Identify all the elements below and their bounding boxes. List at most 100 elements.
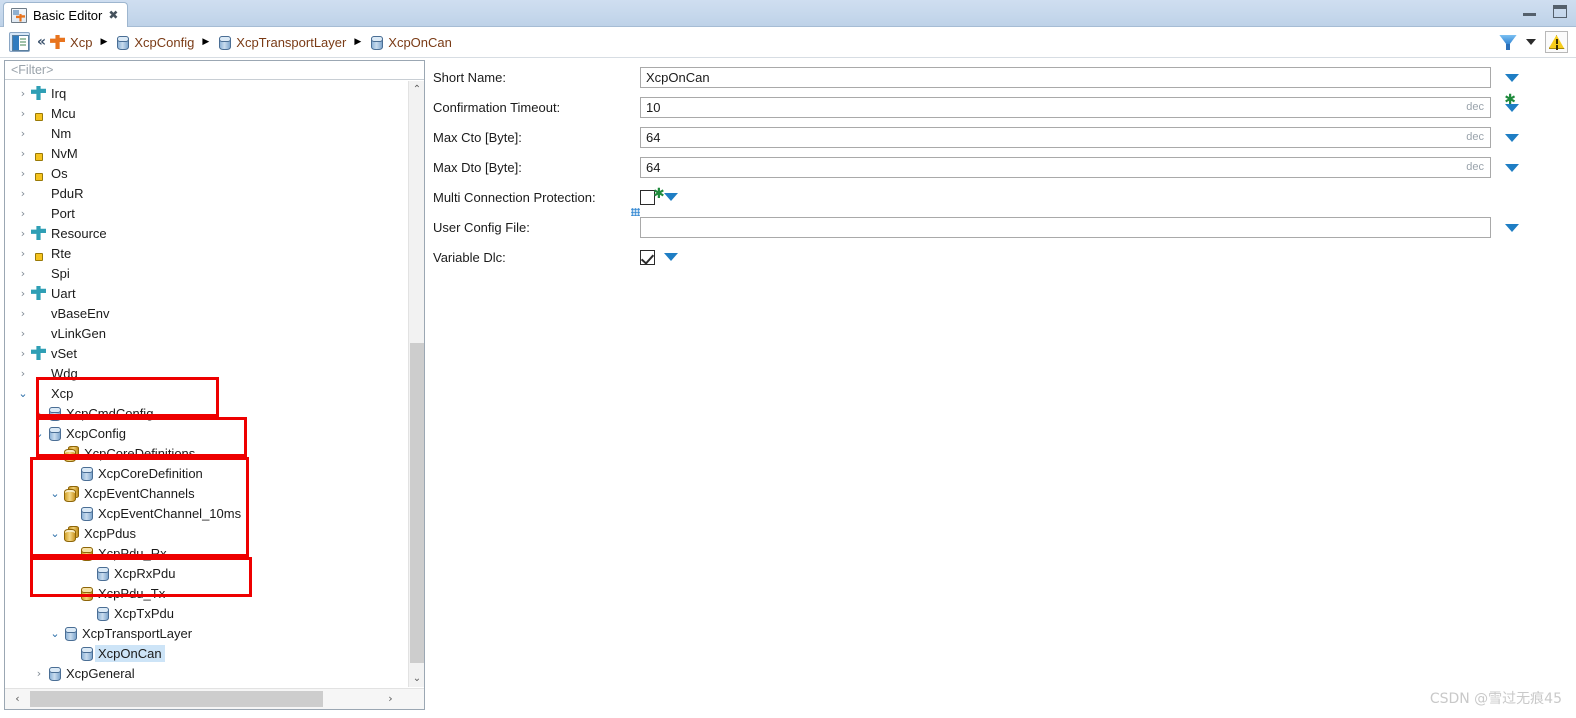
chevron-right-icon[interactable]: › <box>15 208 31 219</box>
confirmation-timeout-dropdown-icon[interactable] <box>1505 103 1519 112</box>
tree-item-wdg[interactable]: › Wdg <box>5 363 408 383</box>
warning-triangle-icon <box>1549 35 1565 49</box>
cylinder-icon <box>115 35 130 50</box>
tree-item-os[interactable]: › Os <box>5 163 408 183</box>
variable-dlc-dropdown-icon[interactable] <box>664 253 678 261</box>
tree-horizontal-scrollbar[interactable]: ‹ › <box>5 688 424 709</box>
editor-tab-basic-editor[interactable]: Basic Editor ✖ <box>3 2 129 27</box>
chevron-right-icon[interactable]: › <box>15 188 31 199</box>
tree-item-xcpgeneral[interactable]: › XcpGeneral <box>5 663 408 683</box>
tree-item-xcppdu_tx[interactable]: ⌄ XcpPdu_Tx <box>5 583 408 603</box>
confirmation-timeout-input[interactable] <box>640 96 1491 118</box>
chevron-right-icon[interactable]: › <box>15 348 31 359</box>
scroll-right-icon[interactable]: › <box>380 689 401 709</box>
tree-item-xcpcmdconfig[interactable]: › XcpCmdConfig <box>5 403 408 423</box>
chevron-right-icon[interactable]: › <box>15 88 31 99</box>
chevron-right-icon[interactable]: › <box>15 308 31 319</box>
chevron-right-icon[interactable]: › <box>15 228 31 239</box>
max-cto-input[interactable] <box>640 126 1491 148</box>
tree-item-xcpconfig[interactable]: ⌄ XcpConfig <box>5 423 408 443</box>
chevron-right-icon[interactable]: › <box>15 288 31 299</box>
tree-item-rte[interactable]: › Rte <box>5 243 408 263</box>
chevron-right-icon[interactable]: › <box>15 168 31 179</box>
max-dto-input[interactable] <box>640 156 1491 178</box>
chevron-right-icon[interactable]: › <box>15 248 31 259</box>
drag-handle-icon[interactable] <box>631 207 640 216</box>
tree-item-pdur[interactable]: › PduR <box>5 183 408 203</box>
short-name-input[interactable] <box>640 66 1491 88</box>
tree-item-xcprxpdu[interactable]: XcpRxPdu <box>5 563 408 583</box>
tree-item-xcp[interactable]: ⌄ Xcp <box>5 383 408 403</box>
watermark: CSDN @雪过无痕45 <box>1429 691 1562 707</box>
tree-item-xcpeventchannel_10ms[interactable]: XcpEventChannel_10ms <box>5 503 408 523</box>
tree-item-xcpcoredefinition[interactable]: XcpCoreDefinition <box>5 463 408 483</box>
breadcrumb-separator-icon: ▶ <box>202 37 210 47</box>
form-view-icon[interactable] <box>9 32 30 52</box>
multi-connection-protection-dropdown-icon[interactable] <box>664 193 678 201</box>
tree-item-vlinkgen[interactable]: › vLinkGen <box>5 323 408 343</box>
variable-dlc-checkbox[interactable] <box>640 249 655 265</box>
tree-item-xcpcoredefinitions[interactable]: ⌄ XcpCoreDefinitions <box>5 443 408 463</box>
tree-item-irq[interactable]: › Irq <box>5 83 408 103</box>
cylinder-icon <box>47 666 61 681</box>
close-icon[interactable]: ✖ <box>108 9 118 21</box>
breadcrumb-label: XcpTransportLayer <box>236 34 347 50</box>
tree-item-vset[interactable]: › vSet <box>5 343 408 363</box>
chevron-down-icon[interactable]: ⌄ <box>63 588 79 599</box>
horizontal-scroll-thumb[interactable] <box>30 691 323 707</box>
tree-item-nvm[interactable]: › NvM <box>5 143 408 163</box>
tree-item-vbaseenv[interactable]: › vBaseEnv <box>5 303 408 323</box>
short-name-dropdown-icon[interactable] <box>1505 73 1519 82</box>
tree-item-xcptxpdu[interactable]: XcpTxPdu <box>5 603 408 623</box>
tree-item-uart[interactable]: › Uart <box>5 283 408 303</box>
user-config-file-input[interactable] <box>640 216 1491 238</box>
chevron-down-icon[interactable]: ⌄ <box>15 388 31 399</box>
chevron-down-icon[interactable]: ⌄ <box>47 628 63 639</box>
max-cto-dropdown-icon[interactable] <box>1505 133 1519 142</box>
tree-vertical-scrollbar[interactable]: ⌃ ⌄ <box>408 81 424 687</box>
user-config-file-dropdown-icon[interactable] <box>1505 223 1519 232</box>
cylinder-icon <box>79 546 93 561</box>
scroll-down-icon[interactable]: ⌄ <box>409 670 425 687</box>
tree-item-label: Os <box>51 165 68 181</box>
tree-item-xcponcan[interactable]: XcpOnCan <box>5 643 408 663</box>
scroll-left-icon[interactable]: ‹ <box>7 689 28 709</box>
chevron-right-icon[interactable]: › <box>15 128 31 139</box>
tree-item-xcppdus[interactable]: ⌄ XcpPdus <box>5 523 408 543</box>
maximize-icon[interactable] <box>1553 5 1567 18</box>
minimize-icon[interactable] <box>1523 7 1536 16</box>
chevron-down-icon[interactable]: ⌄ <box>47 448 63 459</box>
chevron-down-icon[interactable]: ⌄ <box>63 548 79 559</box>
filter-input[interactable]: <Filter> <box>5 61 424 80</box>
warning-button[interactable] <box>1545 31 1568 53</box>
chevron-down-icon[interactable]: ⌄ <box>47 528 63 539</box>
chevron-right-icon[interactable]: › <box>15 148 31 159</box>
breadcrumb-back-icon[interactable]: « <box>37 34 46 50</box>
breadcrumb-item-xcpconfig[interactable]: XcpConfig <box>115 35 194 50</box>
breadcrumb-item-xcponcan[interactable]: XcpOnCan <box>369 35 452 50</box>
chevron-right-icon[interactable]: › <box>15 368 31 379</box>
tree-item-nm[interactable]: › Nm <box>5 123 408 143</box>
funnel-icon[interactable] <box>1499 34 1517 51</box>
breadcrumb-separator-icon: ▶ <box>354 37 362 47</box>
chevron-down-icon[interactable]: ⌄ <box>31 428 47 439</box>
breadcrumb-item-xcp[interactable]: Xcp <box>50 35 92 50</box>
chevron-right-icon[interactable]: › <box>31 408 47 419</box>
tree-item-resource[interactable]: › Resource <box>5 223 408 243</box>
breadcrumb-item-xcptransportlayer[interactable]: XcpTransportLayer <box>217 35 346 50</box>
chevron-right-icon[interactable]: › <box>31 668 47 679</box>
chevron-right-icon[interactable]: › <box>15 328 31 339</box>
tree-item-xcptransportlayer[interactable]: ⌄ XcpTransportLayer <box>5 623 408 643</box>
chevron-right-icon[interactable]: › <box>15 108 31 119</box>
tree-item-mcu[interactable]: › Mcu <box>5 103 408 123</box>
vertical-scroll-thumb[interactable] <box>410 343 424 663</box>
chevron-right-icon[interactable]: › <box>15 268 31 279</box>
chevron-down-icon[interactable] <box>1526 39 1536 45</box>
tree-item-port[interactable]: › Port <box>5 203 408 223</box>
max-dto-dropdown-icon[interactable] <box>1505 163 1519 172</box>
scroll-up-icon[interactable]: ⌃ <box>409 81 425 98</box>
tree-item-spi[interactable]: › Spi <box>5 263 408 283</box>
chevron-down-icon[interactable]: ⌄ <box>47 488 63 499</box>
tree-item-xcppdu_rx[interactable]: ⌄ XcpPdu_Rx <box>5 543 408 563</box>
tree-item-xcpeventchannels[interactable]: ⌄ XcpEventChannels <box>5 483 408 503</box>
